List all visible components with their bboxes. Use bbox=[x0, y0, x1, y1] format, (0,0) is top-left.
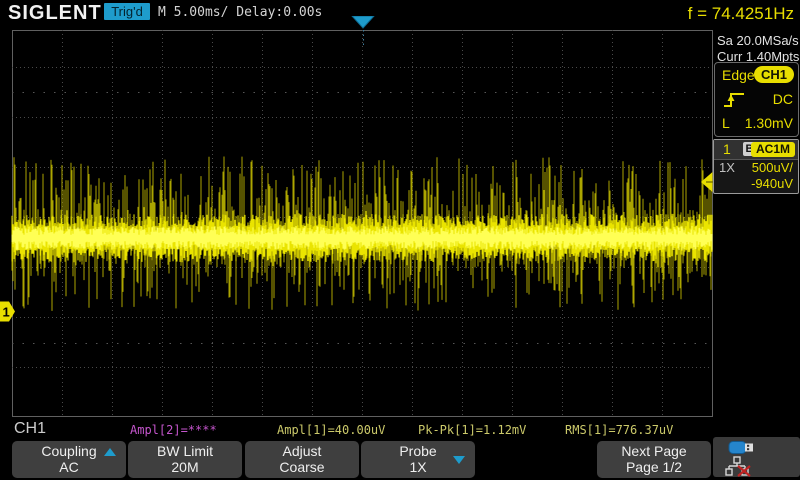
menu-button-value: AC bbox=[12, 459, 126, 475]
channel1-ground-marker[interactable]: 1 bbox=[0, 301, 16, 322]
waveform-display: 1 bbox=[0, 30, 713, 417]
channel-info-header: 1 B AC1M bbox=[714, 140, 798, 160]
graticule-and-trace bbox=[0, 30, 713, 417]
channel-number: 1 bbox=[723, 141, 731, 157]
menu-button-label: Next Page bbox=[597, 443, 711, 459]
arrow-down-icon bbox=[453, 456, 465, 464]
oscilloscope-screen: SIGLENT Trig'd M 5.00ms/ Delay:0.00s f =… bbox=[0, 0, 800, 480]
brand-logo: SIGLENT bbox=[8, 2, 102, 25]
timebase-readout: M 5.00ms/ Delay:0.00s bbox=[158, 5, 322, 20]
menu-button-value: 20M bbox=[128, 459, 242, 475]
trigger-position-marker[interactable] bbox=[351, 16, 375, 29]
menu-button-value: Coarse bbox=[245, 459, 359, 475]
measurement-rms-ch1: RMS[1]=776.37uV bbox=[565, 423, 673, 437]
trigger-level-marker[interactable] bbox=[700, 172, 713, 193]
status-icons-panel bbox=[713, 437, 800, 477]
arrow-up-icon bbox=[104, 448, 116, 456]
trigger-coupling-label: DC bbox=[773, 87, 793, 111]
soft-menu-bar: Coupling AC BW Limit 20M Adjust Coarse P… bbox=[0, 440, 800, 480]
menu-button-next-page[interactable]: Next Page Page 1/2 bbox=[597, 441, 711, 478]
menu-button-value: Page 1/2 bbox=[597, 459, 711, 475]
usb-icon bbox=[728, 440, 758, 455]
menu-button-label: Adjust bbox=[245, 443, 359, 459]
trigger-source-badge: CH1 bbox=[754, 66, 794, 83]
channel-label: CH1 bbox=[14, 420, 46, 438]
menu-button-bw-limit[interactable]: BW Limit 20M bbox=[128, 441, 242, 478]
channel-coupling-badge: AC1M bbox=[751, 142, 795, 157]
trigger-level-prefix: L bbox=[722, 111, 730, 135]
menu-button-coupling[interactable]: Coupling AC bbox=[12, 441, 126, 478]
rising-edge-icon bbox=[723, 91, 745, 108]
menu-button-label: BW Limit bbox=[128, 443, 242, 459]
frequency-counter: f = 74.4251Hz bbox=[688, 4, 794, 24]
channel-offset-row: -940uV bbox=[714, 176, 798, 192]
trigger-panel: Edge CH1 DC L 1.30mV bbox=[714, 62, 799, 137]
menu-button-probe[interactable]: Probe 1X bbox=[361, 441, 475, 478]
measurement-ampl-ch1: Ampl[1]=40.00uV bbox=[277, 423, 385, 437]
trigger-slope-row: DC bbox=[715, 87, 798, 111]
lan-disconnected-icon bbox=[725, 456, 755, 477]
channel-offset-readout: -940uV bbox=[751, 176, 793, 192]
trigger-status-badge: Trig'd bbox=[104, 3, 150, 20]
measurement-bar: CH1 Ampl[2]=**** Ampl[1]=40.00uV Pk-Pk[1… bbox=[0, 417, 800, 440]
trigger-level-readout: 1.30mV bbox=[745, 111, 793, 135]
channel-info-box: 1 B AC1M 1X 500uV/ -940uV bbox=[713, 139, 799, 194]
trigger-type-label: Edge bbox=[722, 63, 755, 87]
volts-per-div-readout: 500uV/ bbox=[752, 160, 793, 176]
trigger-level-row: L 1.30mV bbox=[715, 111, 798, 135]
menu-button-adjust[interactable]: Adjust Coarse bbox=[245, 441, 359, 478]
measurement-ampl-ch2: Ampl[2]=**** bbox=[130, 423, 217, 437]
trigger-type-row: Edge CH1 bbox=[715, 63, 798, 87]
top-status-bar: SIGLENT Trig'd M 5.00ms/ Delay:0.00s f =… bbox=[0, 0, 800, 30]
probe-attenuation-readout: 1X bbox=[719, 160, 735, 176]
sample-rate-readout: Sa 20.0MSa/s bbox=[717, 33, 800, 49]
channel-scale-row: 1X 500uV/ bbox=[714, 160, 798, 176]
measurement-pkpk-ch1: Pk-Pk[1]=1.12mV bbox=[418, 423, 526, 437]
right-sidebar: Sa 20.0MSa/s Curr 1.40Mpts Edge CH1 DC L… bbox=[713, 30, 800, 437]
svg-text:1: 1 bbox=[3, 304, 10, 319]
